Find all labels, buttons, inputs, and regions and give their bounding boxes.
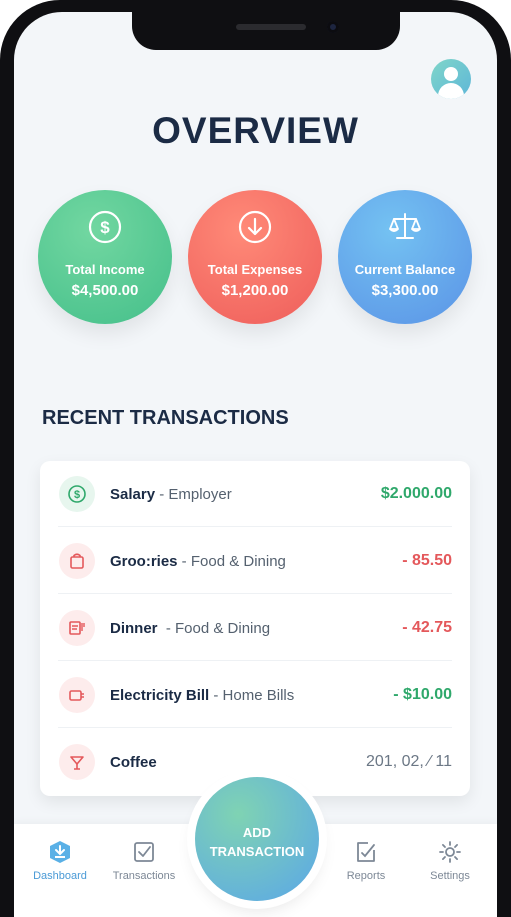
transaction-title: Salary [110, 486, 156, 503]
transactions-list: $ Salary - Employer $2.000.00 Groo:ries … [40, 461, 470, 796]
transaction-title: Electricity Bill [110, 687, 210, 704]
stat-label: Total Expenses [207, 262, 303, 277]
shopping-bag-icon [59, 543, 95, 579]
gear-icon [439, 841, 461, 863]
fab-label-line1: ADD [242, 825, 272, 840]
stat-label: Total Income [65, 262, 145, 277]
avatar[interactable] [431, 59, 471, 99]
svg-text:$: $ [74, 489, 80, 501]
list-item[interactable]: Electricity Bill - Home Bills - $10.00 [58, 662, 452, 728]
list-item[interactable]: Groo:ries - Food & Dining - 85.50 [58, 528, 452, 594]
transaction-amount: - $10.00 [393, 686, 452, 703]
list-item[interactable]: $ Salary - Employer $2.000.00 [58, 461, 452, 527]
row-divider [58, 660, 452, 661]
dollar-circle-icon: $ [88, 210, 122, 244]
tab-reports[interactable]: Reports [321, 840, 411, 882]
transaction-amount: - 85.50 [402, 552, 452, 569]
tab-label: Dashboard [33, 870, 87, 882]
phone-notch [132, 12, 400, 50]
speaker-grille [236, 24, 306, 30]
tab-label: Transactions [112, 870, 176, 882]
transaction-name: Dinner - Food & Dining [110, 620, 270, 637]
transaction-title: Dinner [110, 620, 158, 637]
svg-text:$: $ [100, 218, 110, 237]
page-title: OVERVIEW [152, 110, 359, 151]
total-expenses-card[interactable]: Total Expenses $1,200.00 [188, 190, 322, 324]
stat-amount: $4,500.00 [71, 282, 139, 299]
transaction-category: - Food & Dining [177, 553, 286, 570]
stat-label: Current Balance [354, 262, 456, 277]
current-balance-card[interactable]: Current Balance $3,300.00 [338, 190, 472, 324]
transaction-amount: $2.000.00 [380, 485, 452, 502]
recent-transactions-heading: RECENT TRANSACTIONS [42, 407, 289, 429]
dollar-icon: $ [59, 476, 95, 512]
check-square-icon [134, 842, 154, 862]
transaction-name: Salary - Employer [110, 486, 232, 503]
receipt-icon [59, 610, 95, 646]
coffee-icon [59, 744, 95, 780]
dashboard-icon [50, 841, 70, 863]
scales-icon [389, 213, 421, 239]
transaction-amount: 201, 02, ⁄ 11 [366, 753, 452, 770]
arrow-down-circle-icon [238, 210, 272, 244]
transaction-title: Groo:ries [110, 553, 178, 570]
transaction-name: Groo:ries - Food & Dining [110, 553, 286, 570]
stat-amount: $1,200.00 [221, 282, 289, 299]
transaction-category: - Home Bills [209, 687, 295, 704]
plug-icon [59, 677, 95, 713]
row-divider [58, 727, 452, 728]
tab-dashboard[interactable]: Dashboard [15, 840, 105, 882]
report-icon [357, 842, 375, 862]
fab-label-line2: TRANSACTION [209, 844, 305, 859]
transaction-title: Coffee [110, 754, 157, 771]
tab-settings[interactable]: Settings [405, 840, 495, 882]
tab-transactions[interactable]: Transactions [99, 840, 189, 882]
transaction-category: - Food & Dining [157, 620, 271, 637]
transaction-name: Coffee [110, 754, 157, 771]
row-divider [58, 526, 452, 527]
stat-amount: $3,300.00 [371, 282, 439, 299]
add-transaction-button[interactable]: ADD TRANSACTION [195, 777, 319, 901]
avatar-head-icon [444, 67, 458, 81]
row-divider [58, 593, 452, 594]
avatar-body-icon [438, 83, 464, 99]
transaction-amount: - 42.75 [402, 619, 452, 636]
total-income-card[interactable]: $ Total Income $4,500.00 [38, 190, 172, 324]
tab-label: Settings [430, 870, 470, 882]
transaction-category: - Employer [155, 486, 232, 503]
tab-label: Reports [346, 870, 386, 882]
app-screen: OVERVIEW $ Total Income $4,500.00 Total … [14, 12, 497, 917]
list-item[interactable]: Dinner - Food & Dining - 42.75 [58, 595, 452, 661]
camera-icon [327, 21, 339, 33]
transaction-name: Electricity Bill - Home Bills [110, 687, 294, 704]
